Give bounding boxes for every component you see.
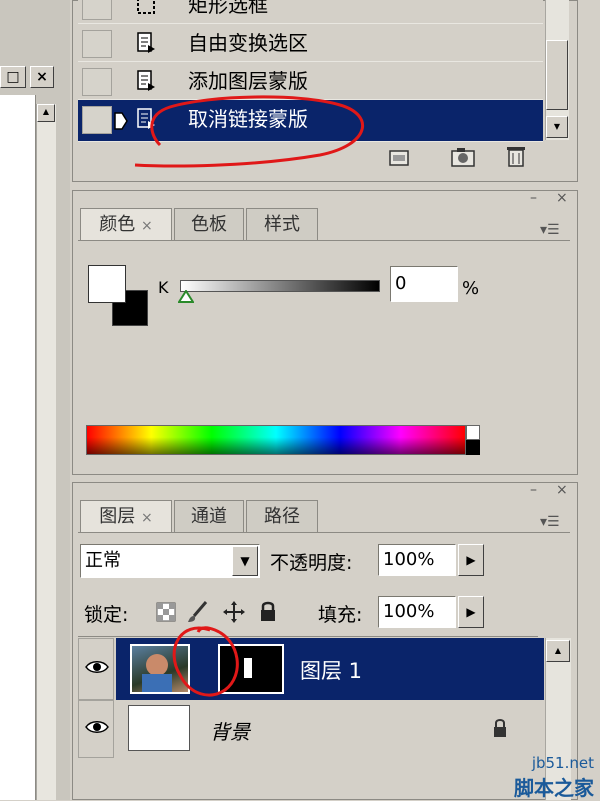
eye-icon[interactable] xyxy=(85,719,109,735)
tab-swatches[interactable]: 色板 xyxy=(174,208,244,240)
close-window-button[interactable]: × xyxy=(30,66,54,88)
document-canvas-edge xyxy=(0,95,36,800)
close-icon[interactable]: × xyxy=(556,190,568,206)
fill-label: 填充: xyxy=(318,604,363,626)
lock-label: 锁定: xyxy=(84,604,129,626)
new-snapshot-icon[interactable] xyxy=(450,146,476,168)
tab-divider xyxy=(78,240,570,241)
layer-name: 图层 1 xyxy=(300,659,363,683)
history-snapshot-checkbox[interactable] xyxy=(82,30,112,58)
annotation-circle xyxy=(134,95,364,168)
fill-input[interactable]: 100% xyxy=(378,596,456,628)
opacity-label: 不透明度: xyxy=(270,552,353,574)
restore-icon: □ xyxy=(6,69,20,85)
history-item-label: 自由变换选区 xyxy=(188,31,308,55)
layer-visibility-cell[interactable] xyxy=(78,638,114,700)
minimize-icon[interactable]: – xyxy=(530,482,537,498)
history-item[interactable]: 自由变换选区 xyxy=(78,24,543,62)
k-slider-track[interactable] xyxy=(180,280,380,292)
fill-arrow-button[interactable]: ▶ xyxy=(458,596,484,628)
slider-handle-icon[interactable] xyxy=(178,290,194,304)
channel-label: K xyxy=(158,278,169,297)
history-state-icon xyxy=(137,32,155,53)
k-value-input[interactable]: 0 xyxy=(390,266,458,302)
history-state-slider-icon[interactable] xyxy=(114,112,128,130)
lock-transparency-icon[interactable] xyxy=(156,602,176,622)
minimize-icon[interactable]: – xyxy=(530,190,537,206)
percent-unit: % xyxy=(462,278,480,299)
history-snapshot-checkbox[interactable] xyxy=(82,106,112,134)
scroll-up-button[interactable]: ▲ xyxy=(546,640,570,662)
opacity-arrow-button[interactable]: ▶ xyxy=(458,544,484,576)
scroll-down-button[interactable]: ▼ xyxy=(546,116,568,138)
eye-icon[interactable] xyxy=(85,659,109,675)
history-item-label: 矩形选框 xyxy=(188,0,268,17)
scroll-up-button[interactable]: ▲ xyxy=(37,104,55,122)
tab-layers[interactable]: 图层 × xyxy=(80,500,172,532)
white-swatch[interactable] xyxy=(466,425,480,440)
tab-color[interactable]: 颜色 × xyxy=(80,208,172,240)
rectangle-marquee-icon xyxy=(137,0,155,14)
panel-menu-icon[interactable]: ▾☰ xyxy=(540,222,560,238)
annotation-circle xyxy=(172,626,239,697)
document-scrollbar[interactable] xyxy=(36,104,56,800)
layer-thumbnail[interactable] xyxy=(128,705,190,751)
black-swatch[interactable] xyxy=(466,440,480,455)
lock-all-icon[interactable] xyxy=(258,600,278,622)
layers-list-top-border xyxy=(78,636,538,637)
tab-styles[interactable]: 样式 xyxy=(246,208,318,240)
tab-divider xyxy=(78,532,570,533)
watermark-site: jb51.net xyxy=(531,754,594,772)
foreground-color-swatch[interactable] xyxy=(88,265,126,303)
tab-close-icon[interactable]: × xyxy=(141,218,153,234)
opacity-input[interactable]: 100% xyxy=(378,544,456,576)
history-snapshot-checkbox[interactable] xyxy=(82,68,112,96)
tab-channels[interactable]: 通道 xyxy=(174,500,244,532)
restore-window-button[interactable]: □ xyxy=(0,66,26,88)
close-icon: × xyxy=(36,69,48,85)
watermark-name: 脚本之家 xyxy=(514,776,594,800)
history-item-label: 添加图层蒙版 xyxy=(188,69,308,93)
history-scroll-thumb[interactable] xyxy=(546,40,568,110)
tab-paths[interactable]: 路径 xyxy=(246,500,318,532)
history-snapshot-checkbox[interactable] xyxy=(82,0,112,20)
new-document-from-state-icon[interactable] xyxy=(388,148,410,168)
history-state-icon xyxy=(137,70,155,91)
watermark: jb51.net 脚本之家 xyxy=(470,754,600,800)
close-icon[interactable]: × xyxy=(556,482,568,498)
layer-name: 背景 xyxy=(210,720,250,744)
panel-menu-icon[interactable]: ▾☰ xyxy=(540,514,560,530)
lock-icon xyxy=(494,719,506,737)
history-item[interactable]: 矩形选框 xyxy=(78,0,543,24)
tab-close-icon[interactable]: × xyxy=(141,510,153,526)
trash-icon[interactable] xyxy=(505,144,527,168)
color-spectrum-bar[interactable] xyxy=(86,425,466,455)
chevron-down-icon[interactable]: ▼ xyxy=(232,546,258,576)
layer-visibility-cell[interactable] xyxy=(78,700,114,758)
